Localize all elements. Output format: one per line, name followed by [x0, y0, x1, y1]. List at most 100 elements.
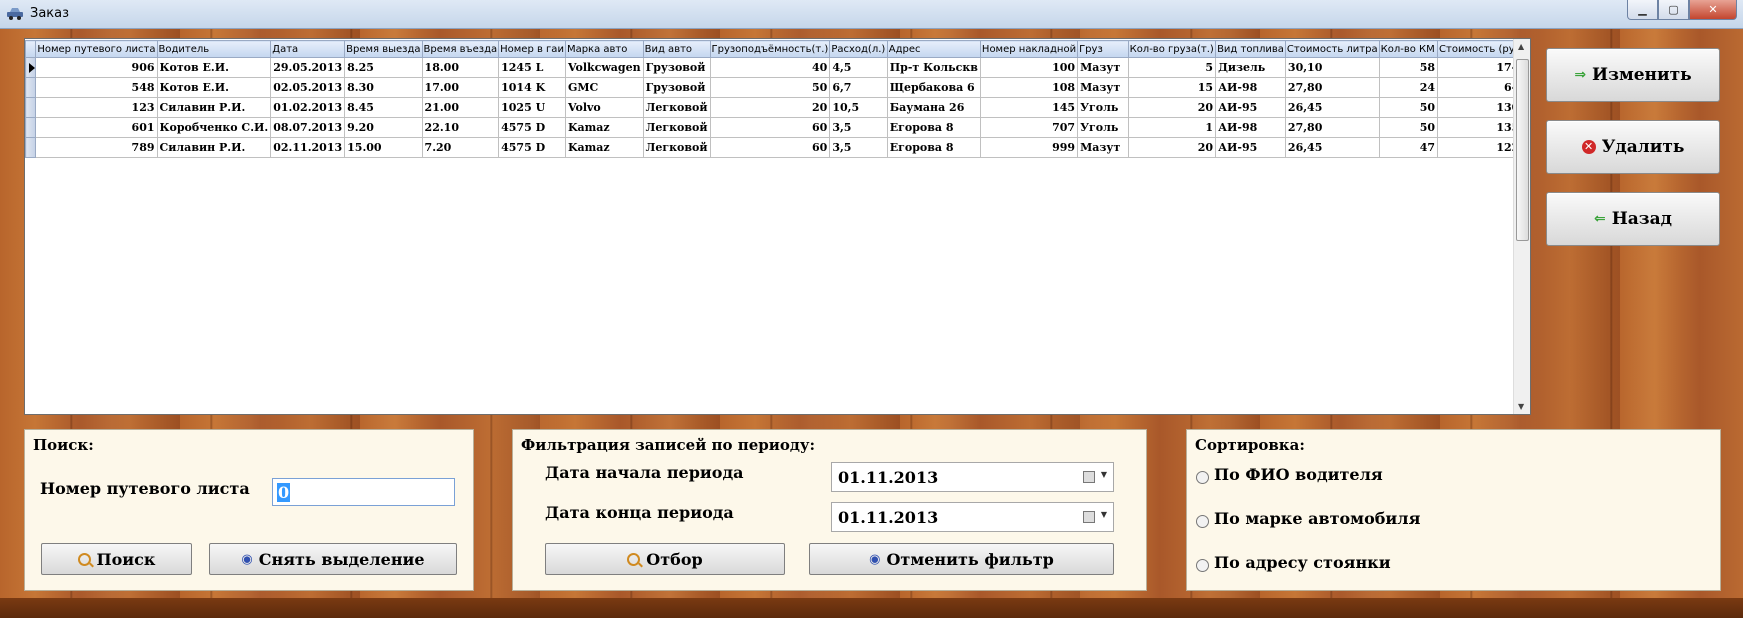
table-cell[interactable]: 02.11.2013: [270, 137, 346, 158]
scroll-up-icon[interactable]: ▲: [1518, 42, 1524, 51]
table-cell[interactable]: 4575 D: [498, 137, 566, 158]
table-cell[interactable]: 18.00: [421, 57, 500, 78]
column-header[interactable]: Номер путевого листа: [35, 40, 158, 58]
table-cell[interactable]: 20: [1127, 137, 1217, 158]
table-cell[interactable]: 789: [35, 137, 158, 158]
table-cell[interactable]: Егорова 8: [886, 117, 981, 138]
calendar-icon[interactable]: [1083, 471, 1095, 483]
table-cell[interactable]: 01.02.2013: [270, 97, 346, 118]
column-header[interactable]: Грузоподъёмность(т.): [709, 40, 831, 58]
column-header[interactable]: Адрес: [886, 40, 981, 58]
table-cell[interactable]: АИ-95: [1215, 137, 1286, 158]
waybill-number-input[interactable]: 0: [272, 478, 455, 506]
close-button[interactable]: ✕: [1689, 0, 1737, 20]
calendar-icon[interactable]: [1083, 511, 1095, 523]
table-cell[interactable]: 601: [35, 117, 158, 138]
table-cell[interactable]: Коробченко С.И.: [156, 117, 272, 138]
period-start-datepicker[interactable]: 01.11.2013 ▼: [831, 462, 1114, 492]
column-header[interactable]: Время выезда: [344, 40, 423, 58]
sort-by-driver-radio[interactable]: [1196, 471, 1209, 484]
table-cell[interactable]: 40: [709, 57, 831, 78]
table-cell[interactable]: 26,45: [1284, 137, 1380, 158]
table-cell[interactable]: Уголь: [1077, 117, 1129, 138]
table-cell[interactable]: Легковой: [642, 117, 711, 138]
column-header[interactable]: Время въезда: [421, 40, 500, 58]
table-cell[interactable]: 02.05.2013: [270, 77, 346, 98]
column-header[interactable]: Водитель: [156, 40, 272, 58]
column-header[interactable]: Кол-во груза(т.): [1127, 40, 1217, 58]
table-cell[interactable]: 3,5: [829, 117, 888, 138]
cancel-filter-button[interactable]: ◉ Отменить фильтр: [809, 543, 1114, 575]
table-cell[interactable]: АИ-98: [1215, 117, 1286, 138]
table-cell[interactable]: 6,7: [829, 77, 888, 98]
table-cell[interactable]: Дизель: [1215, 57, 1286, 78]
table-row[interactable]: 789 Силавин Р.И. 02.11.2013 15.00 7.20 4…: [24, 137, 1530, 158]
column-header[interactable]: Кол-во КМ: [1378, 40, 1439, 58]
table-cell[interactable]: Силавин Р.И.: [156, 97, 272, 118]
table-cell[interactable]: Легковой: [642, 97, 711, 118]
edit-button[interactable]: ⇒ Изменить: [1546, 48, 1720, 102]
table-row[interactable]: 123 Силавин Р.И. 01.02.2013 8.45 21.00 1…: [24, 97, 1530, 118]
table-cell[interactable]: 15: [1127, 77, 1217, 98]
sort-by-car-brand-radio[interactable]: [1196, 515, 1209, 528]
minimize-button[interactable]: ▁: [1627, 0, 1658, 20]
column-header[interactable]: Вид авто: [642, 40, 711, 58]
sort-by-address-radio[interactable]: [1196, 559, 1209, 572]
table-cell[interactable]: Щербакова 6: [886, 77, 981, 98]
column-header[interactable]: Груз: [1077, 40, 1129, 58]
table-cell[interactable]: Баумана 26: [886, 97, 981, 118]
orders-grid[interactable]: Номер путевого листа Водитель Дата Время…: [24, 38, 1531, 415]
table-cell[interactable]: GMC: [564, 77, 644, 98]
table-cell[interactable]: 08.07.2013: [270, 117, 346, 138]
table-cell[interactable]: 58: [1378, 57, 1439, 78]
maximize-button[interactable]: ▢: [1658, 0, 1689, 20]
table-cell[interactable]: 5: [1127, 57, 1217, 78]
table-cell[interactable]: 108: [979, 77, 1079, 98]
back-button[interactable]: ⇐ Назад: [1546, 192, 1720, 246]
table-cell[interactable]: 26,45: [1284, 97, 1380, 118]
table-cell[interactable]: 9.20: [344, 117, 423, 138]
table-row[interactable]: 601 Коробченко С.И. 08.07.2013 9.20 22.1…: [24, 117, 1530, 138]
scroll-thumb[interactable]: [1516, 59, 1529, 241]
table-cell[interactable]: 548: [35, 77, 158, 98]
table-cell[interactable]: 50: [1378, 117, 1439, 138]
table-cell[interactable]: 8.25: [344, 57, 423, 78]
period-end-datepicker[interactable]: 01.11.2013 ▼: [831, 502, 1114, 532]
column-header[interactable]: Дата: [270, 40, 346, 58]
table-cell[interactable]: Kamaz: [564, 137, 644, 158]
table-row[interactable]: 906 Котов Е.И. 29.05.2013 8.25 18.00 124…: [24, 57, 1530, 78]
dropdown-arrow-icon[interactable]: ▼: [1101, 470, 1107, 479]
sort-by-driver-label[interactable]: По ФИО водителя: [1214, 465, 1383, 484]
table-cell[interactable]: Грузовой: [642, 57, 711, 78]
sort-by-car-brand-label[interactable]: По марке автомобиля: [1214, 509, 1420, 528]
table-cell[interactable]: 1245 L: [498, 57, 566, 78]
table-cell[interactable]: 8.30: [344, 77, 423, 98]
table-cell[interactable]: АИ-98: [1215, 77, 1286, 98]
table-cell[interactable]: 707: [979, 117, 1079, 138]
table-cell[interactable]: АИ-95: [1215, 97, 1286, 118]
table-cell[interactable]: 145: [979, 97, 1079, 118]
table-cell[interactable]: Kamaz: [564, 117, 644, 138]
search-button[interactable]: Поиск: [41, 543, 192, 575]
table-cell[interactable]: 1: [1127, 117, 1217, 138]
table-cell[interactable]: Котов Е.И.: [156, 77, 272, 98]
table-cell[interactable]: 60: [709, 137, 831, 158]
table-cell[interactable]: 60: [709, 117, 831, 138]
column-header[interactable]: Стоимость литра: [1284, 40, 1380, 58]
table-cell[interactable]: Мазут: [1077, 137, 1129, 158]
table-cell[interactable]: 8.45: [344, 97, 423, 118]
table-cell[interactable]: Легковой: [642, 137, 711, 158]
table-cell[interactable]: 24: [1378, 77, 1439, 98]
table-cell[interactable]: Volvo: [564, 97, 644, 118]
table-cell[interactable]: 7.20: [421, 137, 500, 158]
table-cell[interactable]: 4,5: [829, 57, 888, 78]
table-cell[interactable]: 1025 U: [498, 97, 566, 118]
table-cell[interactable]: 21.00: [421, 97, 500, 118]
table-cell[interactable]: 123: [35, 97, 158, 118]
table-cell[interactable]: Егорова 8: [886, 137, 981, 158]
table-cell[interactable]: 20: [709, 97, 831, 118]
apply-filter-button[interactable]: Отбор: [545, 543, 785, 575]
table-cell[interactable]: 10,5: [829, 97, 888, 118]
table-cell[interactable]: 4575 D: [498, 117, 566, 138]
table-cell[interactable]: Мазут: [1077, 57, 1129, 78]
